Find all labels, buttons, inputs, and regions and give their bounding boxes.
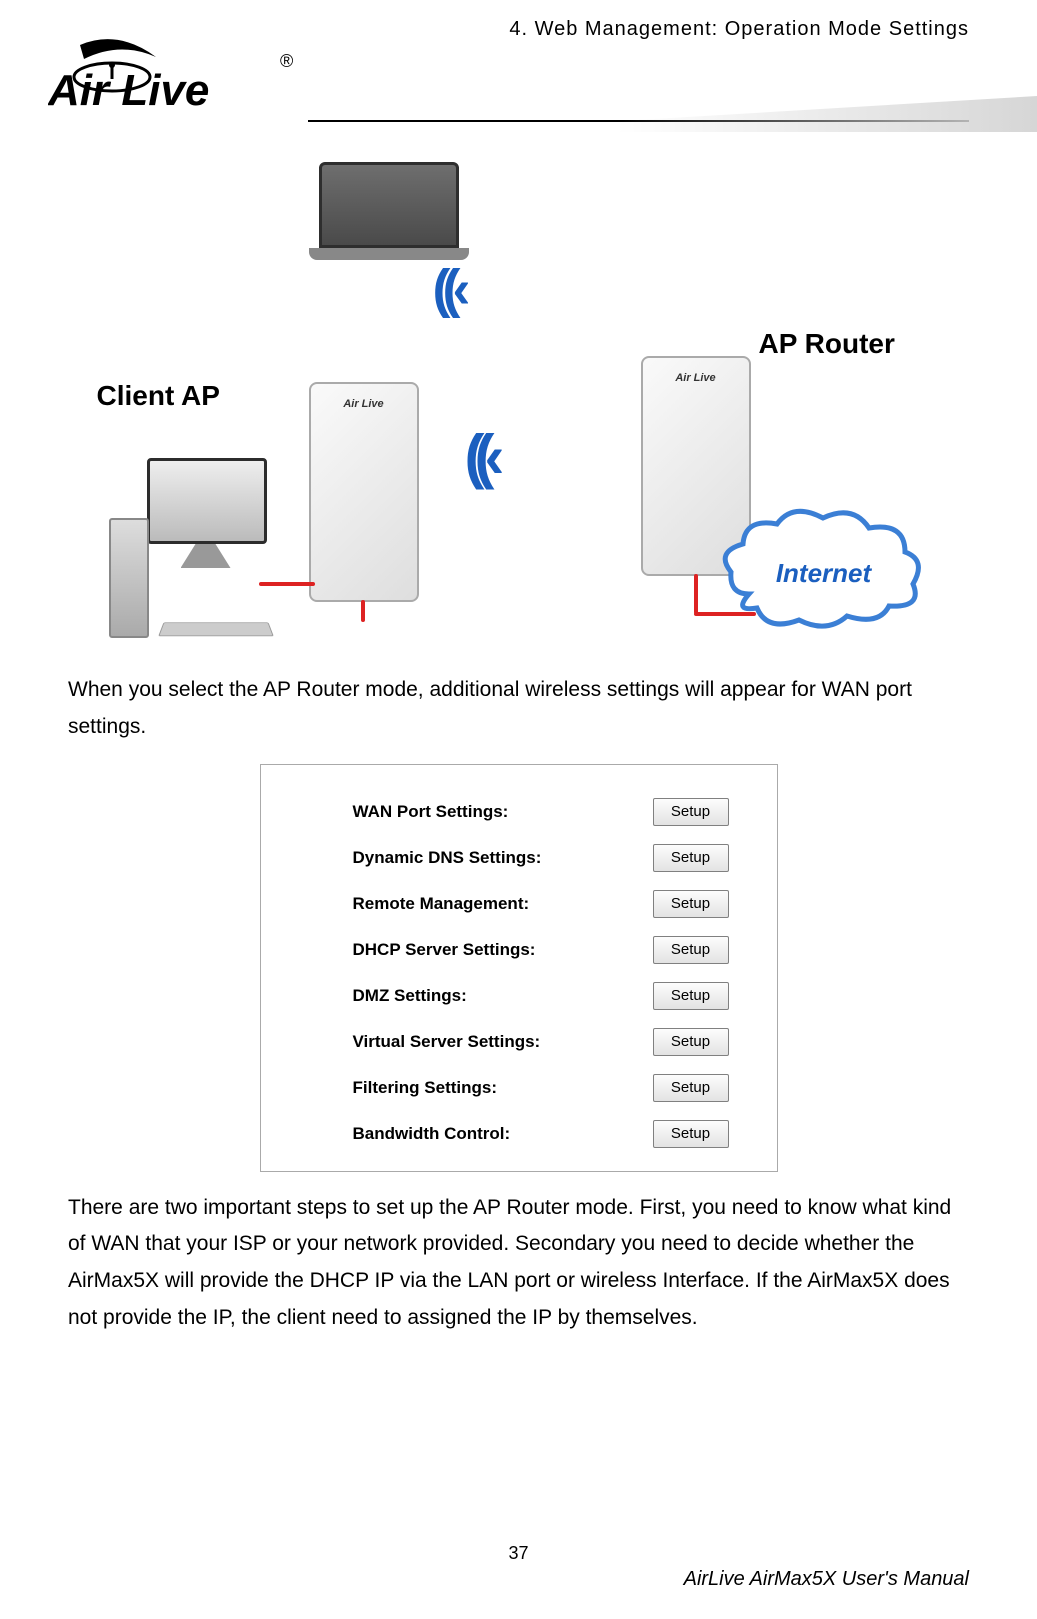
setting-row: Dynamic DNS Settings: Setup xyxy=(353,835,729,881)
setting-label: Virtual Server Settings: xyxy=(353,1032,541,1052)
paragraph-2: There are two important steps to set up … xyxy=(68,1190,969,1337)
setting-row: Filtering Settings: Setup xyxy=(353,1065,729,1111)
setup-button-filtering[interactable]: Setup xyxy=(653,1074,729,1102)
client-ap-device-icon: Air Live xyxy=(309,382,419,602)
wireless-signal-icon: ((‹ xyxy=(465,422,495,491)
setting-label: Dynamic DNS Settings: xyxy=(353,848,542,868)
airlive-logo: Air Live ® xyxy=(48,35,298,118)
setup-button-remote-mgmt[interactable]: Setup xyxy=(653,890,729,918)
setting-label: Filtering Settings: xyxy=(353,1078,498,1098)
setup-button-ddns[interactable]: Setup xyxy=(653,844,729,872)
setting-label: Remote Management: xyxy=(353,894,530,914)
wireless-signal-icon: ((‹ xyxy=(433,258,463,320)
network-topology-diagram: Client AP Air Live Air Live AP Router ((… xyxy=(109,162,929,652)
setup-button-dhcp[interactable]: Setup xyxy=(653,936,729,964)
setting-label: WAN Port Settings: xyxy=(353,802,509,822)
setup-button-bandwidth[interactable]: Setup xyxy=(653,1120,729,1148)
internet-cloud-icon: Internet xyxy=(719,504,929,634)
footer-manual-title: AirLive AirMax5X User's Manual xyxy=(68,1568,969,1591)
setting-row: DHCP Server Settings: Setup xyxy=(353,927,729,973)
setup-button-dmz[interactable]: Setup xyxy=(653,982,729,1010)
setting-row: DMZ Settings: Setup xyxy=(353,973,729,1019)
page-number: 37 xyxy=(68,1543,969,1564)
wan-settings-panel: WAN Port Settings: Setup Dynamic DNS Set… xyxy=(260,764,778,1172)
setting-label: Bandwidth Control: xyxy=(353,1124,511,1144)
ap-router-label: AP Router xyxy=(759,328,895,360)
setup-button-wan-port[interactable]: Setup xyxy=(653,798,729,826)
setting-row: Remote Management: Setup xyxy=(353,881,729,927)
setting-label: DMZ Settings: xyxy=(353,986,467,1006)
setting-row: Virtual Server Settings: Setup xyxy=(353,1019,729,1065)
laptop-icon xyxy=(309,162,469,272)
internet-label: Internet xyxy=(719,558,929,589)
paragraph-1: When you select the AP Router mode, addi… xyxy=(68,672,969,746)
setting-label: DHCP Server Settings: xyxy=(353,940,536,960)
svg-text:®: ® xyxy=(280,51,293,71)
desktop-pc-icon xyxy=(109,458,279,638)
setup-button-virtual-server[interactable]: Setup xyxy=(653,1028,729,1056)
svg-text:Air Live: Air Live xyxy=(48,66,209,113)
setting-row: Bandwidth Control: Setup xyxy=(353,1111,729,1157)
client-ap-label: Client AP xyxy=(97,380,220,412)
setting-row: WAN Port Settings: Setup xyxy=(353,789,729,835)
